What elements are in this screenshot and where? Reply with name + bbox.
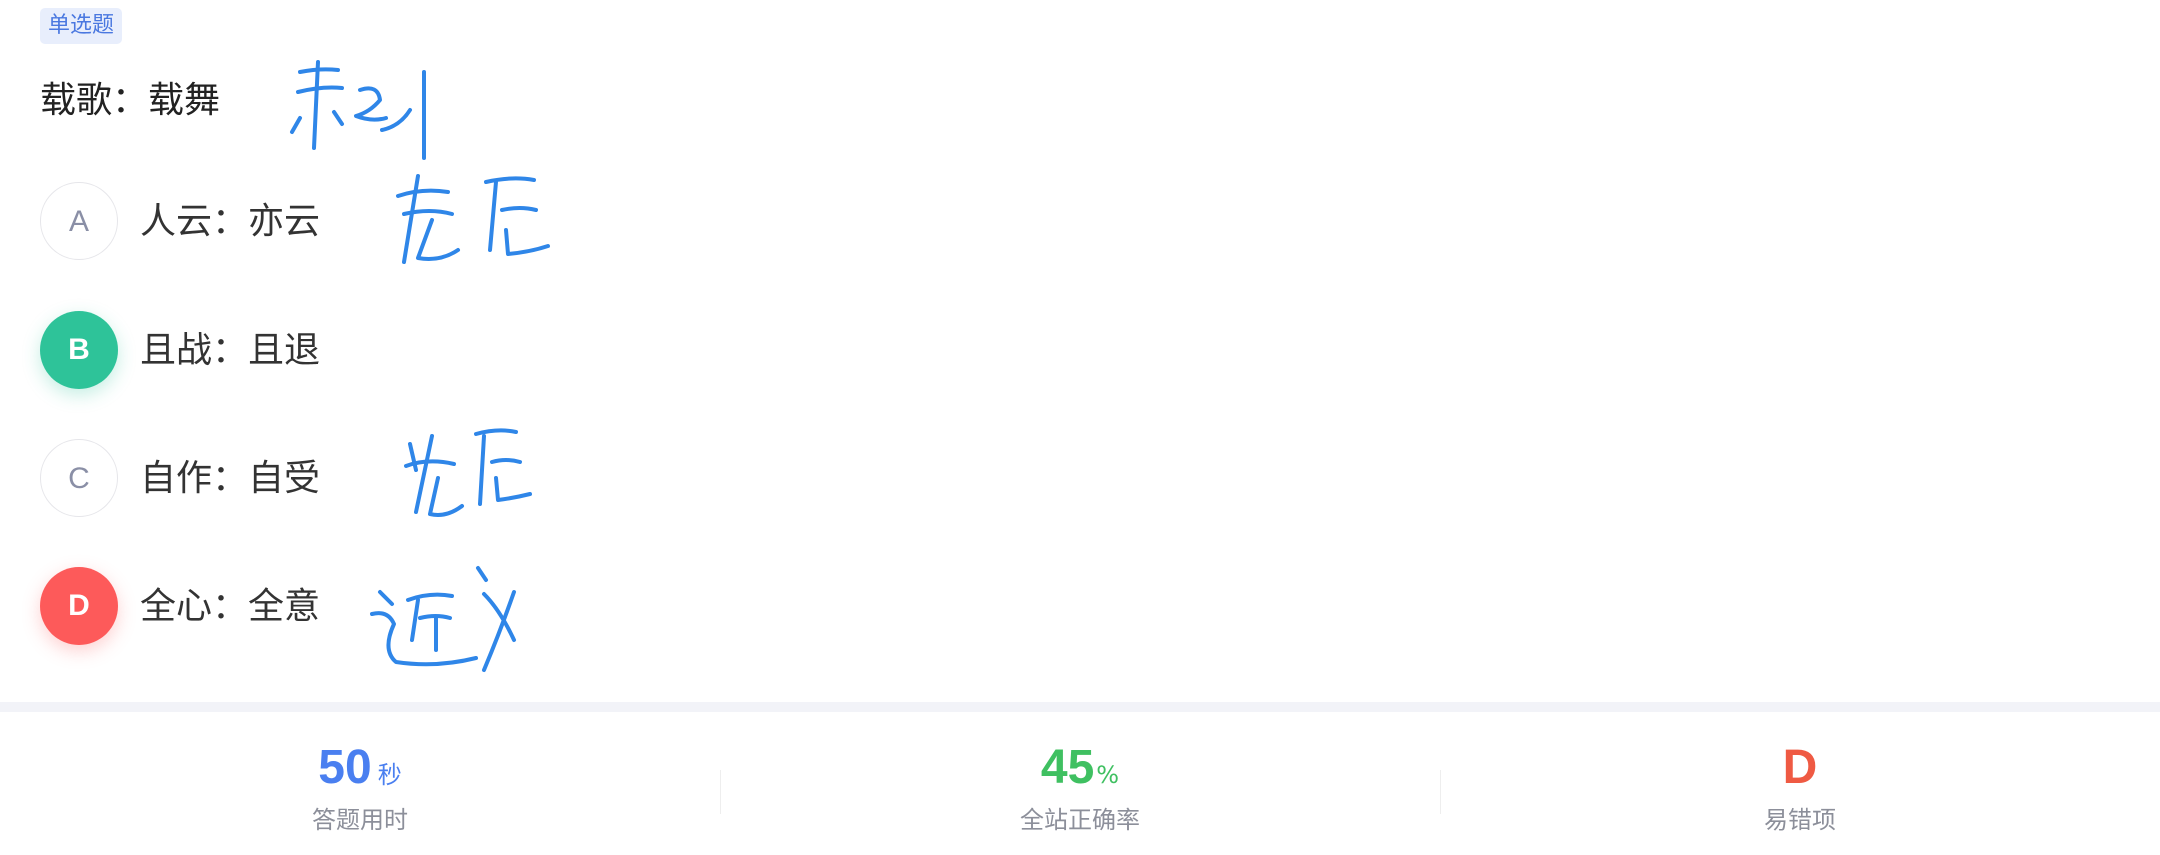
- stat-site-accuracy-value: 45%: [720, 740, 1440, 806]
- answer-time-unit: 秒: [377, 761, 402, 789]
- option-d-text: 全心：全意: [140, 586, 321, 627]
- option-c-text: 自作：自受: [140, 458, 321, 499]
- option-d[interactable]: D 全心：全意: [40, 567, 540, 647]
- stat-common-wrong-value: D: [1440, 740, 2160, 806]
- option-b-badge-correct: B: [40, 311, 118, 389]
- option-b-text: 且战：且退: [140, 330, 321, 371]
- answer-time-number: 50: [318, 741, 372, 794]
- stat-site-accuracy: 45% 全站正确率: [720, 712, 1440, 855]
- option-c[interactable]: C 自作：自受: [40, 439, 540, 519]
- option-b[interactable]: B 且战：且退: [40, 311, 540, 391]
- option-c-badge: C: [40, 439, 118, 517]
- section-separator: [0, 702, 2160, 712]
- question-stem: 载歌：载舞: [40, 80, 221, 121]
- stat-common-wrong: D 易错项: [1440, 712, 2160, 855]
- stat-answer-time-value: 50 秒: [0, 740, 720, 806]
- option-d-badge-wrong: D: [40, 567, 118, 645]
- question-type-tag: 单选题: [40, 8, 123, 44]
- stat-answer-time: 50 秒 答题用时: [0, 712, 720, 855]
- common-wrong-option: D: [1782, 741, 1818, 794]
- site-accuracy-number: 45: [1040, 741, 1095, 794]
- handwriting-stem-note: [290, 60, 426, 160]
- common-wrong-label: 易错项: [1764, 806, 1836, 834]
- site-accuracy-label: 全站正确率: [1020, 806, 1140, 834]
- option-a-badge: A: [40, 182, 118, 260]
- option-a[interactable]: A 人云：亦云: [40, 182, 540, 262]
- site-accuracy-unit: %: [1096, 761, 1120, 789]
- stats-bar: 50 秒 答题用时 45% 全站正确率 D 易错项: [0, 712, 2160, 855]
- answer-time-label: 答题用时: [312, 806, 408, 834]
- option-a-text: 人云：亦云: [140, 201, 321, 242]
- question-area: 单选题 载歌：载舞 A 人云：亦云 B 且战：且退 C 自作：自受 D 全心：全…: [0, 0, 2160, 700]
